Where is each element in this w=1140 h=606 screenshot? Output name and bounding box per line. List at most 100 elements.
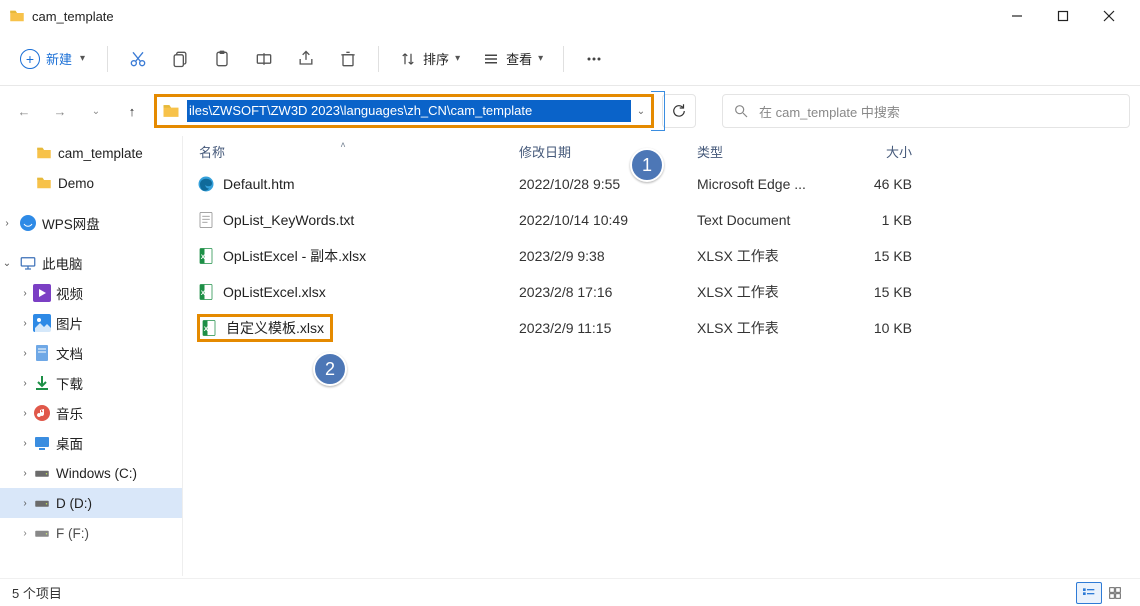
file-type: XLSX 工作表	[681, 318, 826, 338]
sort-icon	[399, 50, 417, 68]
more-button[interactable]	[576, 41, 612, 77]
col-type[interactable]: 类型	[681, 142, 826, 161]
file-date: 2023/2/9 9:38	[503, 248, 681, 264]
file-name: OpListExcel - 副本.xlsx	[223, 246, 366, 266]
file-date: 2022/10/14 10:49	[503, 212, 681, 228]
file-row[interactable]: OpListExcel.xlsx 2023/2/8 17:16XLSX 工作表15…	[183, 274, 1140, 310]
new-label: 新建	[46, 49, 72, 68]
sidebar-item-d-drive[interactable]: ›D (D:)	[0, 488, 182, 518]
cut-button[interactable]	[120, 41, 156, 77]
collapse-icon[interactable]: ⌄	[0, 258, 14, 269]
address-dropdown-icon[interactable]: ⌄	[631, 106, 651, 117]
file-row[interactable]: OpList_KeyWords.txt2022/10/14 10:49Text …	[183, 202, 1140, 238]
sidebar-item-cam-template[interactable]: cam_template	[0, 138, 182, 168]
sidebar-item-documents[interactable]: ›文档	[0, 338, 182, 368]
search-placeholder: 在 cam_template 中搜索	[759, 102, 900, 121]
expand-icon[interactable]: ›	[18, 348, 32, 359]
file-name: 自定义模板.xlsx	[226, 318, 324, 338]
expand-icon[interactable]: ›	[18, 318, 32, 329]
sidebar-item-demo[interactable]: Demo	[0, 168, 182, 198]
address-bar[interactable]: iles\ZWSOFT\ZW3D 2023\languages\zh_CN\ca…	[154, 94, 654, 128]
file-type: Microsoft Edge ...	[681, 176, 826, 192]
delete-button[interactable]	[330, 41, 366, 77]
share-button[interactable]	[288, 41, 324, 77]
chevron-down-icon: ▾	[455, 53, 460, 64]
back-button[interactable]: ←	[10, 96, 38, 126]
file-type: XLSX 工作表	[681, 282, 826, 302]
highlighted-file: 自定义模板.xlsx	[197, 314, 333, 342]
forward-button[interactable]: →	[46, 96, 74, 126]
refresh-button[interactable]	[662, 94, 696, 128]
sidebar-item-videos[interactable]: ›视频	[0, 278, 182, 308]
folder-icon	[161, 101, 181, 121]
sidebar-item-this-pc[interactable]: ⌄此电脑	[0, 248, 182, 278]
file-size: 10 KB	[826, 320, 932, 336]
sidebar-item-downloads[interactable]: ›下载	[0, 368, 182, 398]
sidebar-item-wps[interactable]: ›WPS网盘	[0, 208, 182, 238]
view-label: 查看	[506, 49, 532, 68]
file-list-panel: ˄名称 修改日期 类型 大小 Default.htm2022/10/28 9:5…	[183, 136, 1140, 576]
view-grid-button[interactable]	[1102, 582, 1128, 604]
toolbar: + 新建 ▾ 排序 ▾ 查看 ▾	[0, 32, 1140, 86]
sidebar-item-c-drive[interactable]: ›Windows (C:)	[0, 458, 182, 488]
file-name: Default.htm	[223, 176, 295, 192]
search-icon	[733, 103, 749, 119]
rename-button[interactable]	[246, 41, 282, 77]
file-size: 15 KB	[826, 248, 932, 264]
file-size: 46 KB	[826, 176, 932, 192]
expand-icon[interactable]: ›	[18, 378, 32, 389]
file-icon	[200, 319, 218, 337]
new-button[interactable]: + 新建 ▾	[10, 43, 95, 75]
expand-icon[interactable]: ›	[18, 498, 32, 509]
file-icon	[197, 211, 215, 229]
folder-icon	[8, 7, 26, 25]
window-titlebar: cam_template	[0, 0, 1140, 32]
window-title: cam_template	[32, 9, 114, 24]
file-row[interactable]: 自定义模板.xlsx2023/2/9 11:15XLSX 工作表10 KB	[183, 310, 1140, 346]
minimize-button[interactable]	[994, 0, 1040, 32]
address-path[interactable]: iles\ZWSOFT\ZW3D 2023\languages\zh_CN\ca…	[187, 100, 631, 122]
expand-icon[interactable]: ›	[18, 438, 32, 449]
file-name: OpList_KeyWords.txt	[223, 212, 354, 228]
file-size: 15 KB	[826, 284, 932, 300]
expand-icon[interactable]: ›	[18, 528, 32, 539]
callout-badge-1: 1	[630, 148, 664, 182]
sidebar-item-pictures[interactable]: ›图片	[0, 308, 182, 338]
item-count: 5 个项目	[12, 583, 62, 602]
file-icon	[197, 283, 215, 301]
file-row[interactable]: OpListExcel - 副本.xlsx 2023/2/9 9:38XLSX 工…	[183, 238, 1140, 274]
file-size: 1 KB	[826, 212, 932, 228]
col-name[interactable]: ˄名称	[183, 142, 503, 161]
chevron-down-icon: ▾	[538, 53, 543, 64]
view-button[interactable]: 查看 ▾	[474, 43, 551, 74]
sidebar-item-desktop[interactable]: ›桌面	[0, 428, 182, 458]
search-input[interactable]: 在 cam_template 中搜索	[722, 94, 1130, 128]
file-icon	[197, 175, 215, 193]
sidebar: cam_template Demo ›WPS网盘 ⌄此电脑 ›视频 ›图片 ›文…	[0, 136, 183, 576]
sort-label: 排序	[423, 49, 449, 68]
maximize-button[interactable]	[1040, 0, 1086, 32]
col-size[interactable]: 大小	[826, 142, 932, 161]
navigation-row: ← → ⌄ ↑ iles\ZWSOFT\ZW3D 2023\languages\…	[0, 86, 1140, 136]
chevron-down-icon: ▾	[80, 53, 85, 64]
expand-icon[interactable]: ›	[18, 288, 32, 299]
file-type: XLSX 工作表	[681, 246, 826, 266]
sidebar-item-music[interactable]: ›音乐	[0, 398, 182, 428]
paste-button[interactable]	[204, 41, 240, 77]
copy-button[interactable]	[162, 41, 198, 77]
view-details-button[interactable]	[1076, 582, 1102, 604]
expand-icon[interactable]: ›	[0, 218, 14, 229]
recent-button[interactable]: ⌄	[82, 96, 110, 126]
sort-asc-icon: ˄	[340, 140, 345, 150]
file-name: OpListExcel.xlsx	[223, 284, 326, 300]
expand-icon[interactable]: ›	[18, 468, 32, 479]
sort-button[interactable]: 排序 ▾	[391, 43, 468, 74]
sidebar-item-e-drive[interactable]: ›F (F:)	[0, 518, 182, 548]
expand-icon[interactable]: ›	[18, 408, 32, 419]
file-date: 2023/2/8 17:16	[503, 284, 681, 300]
status-bar: 5 个项目	[0, 578, 1140, 606]
up-button[interactable]: ↑	[118, 96, 146, 126]
callout-badge-2: 2	[313, 352, 347, 386]
view-icon	[482, 50, 500, 68]
close-button[interactable]	[1086, 0, 1132, 32]
